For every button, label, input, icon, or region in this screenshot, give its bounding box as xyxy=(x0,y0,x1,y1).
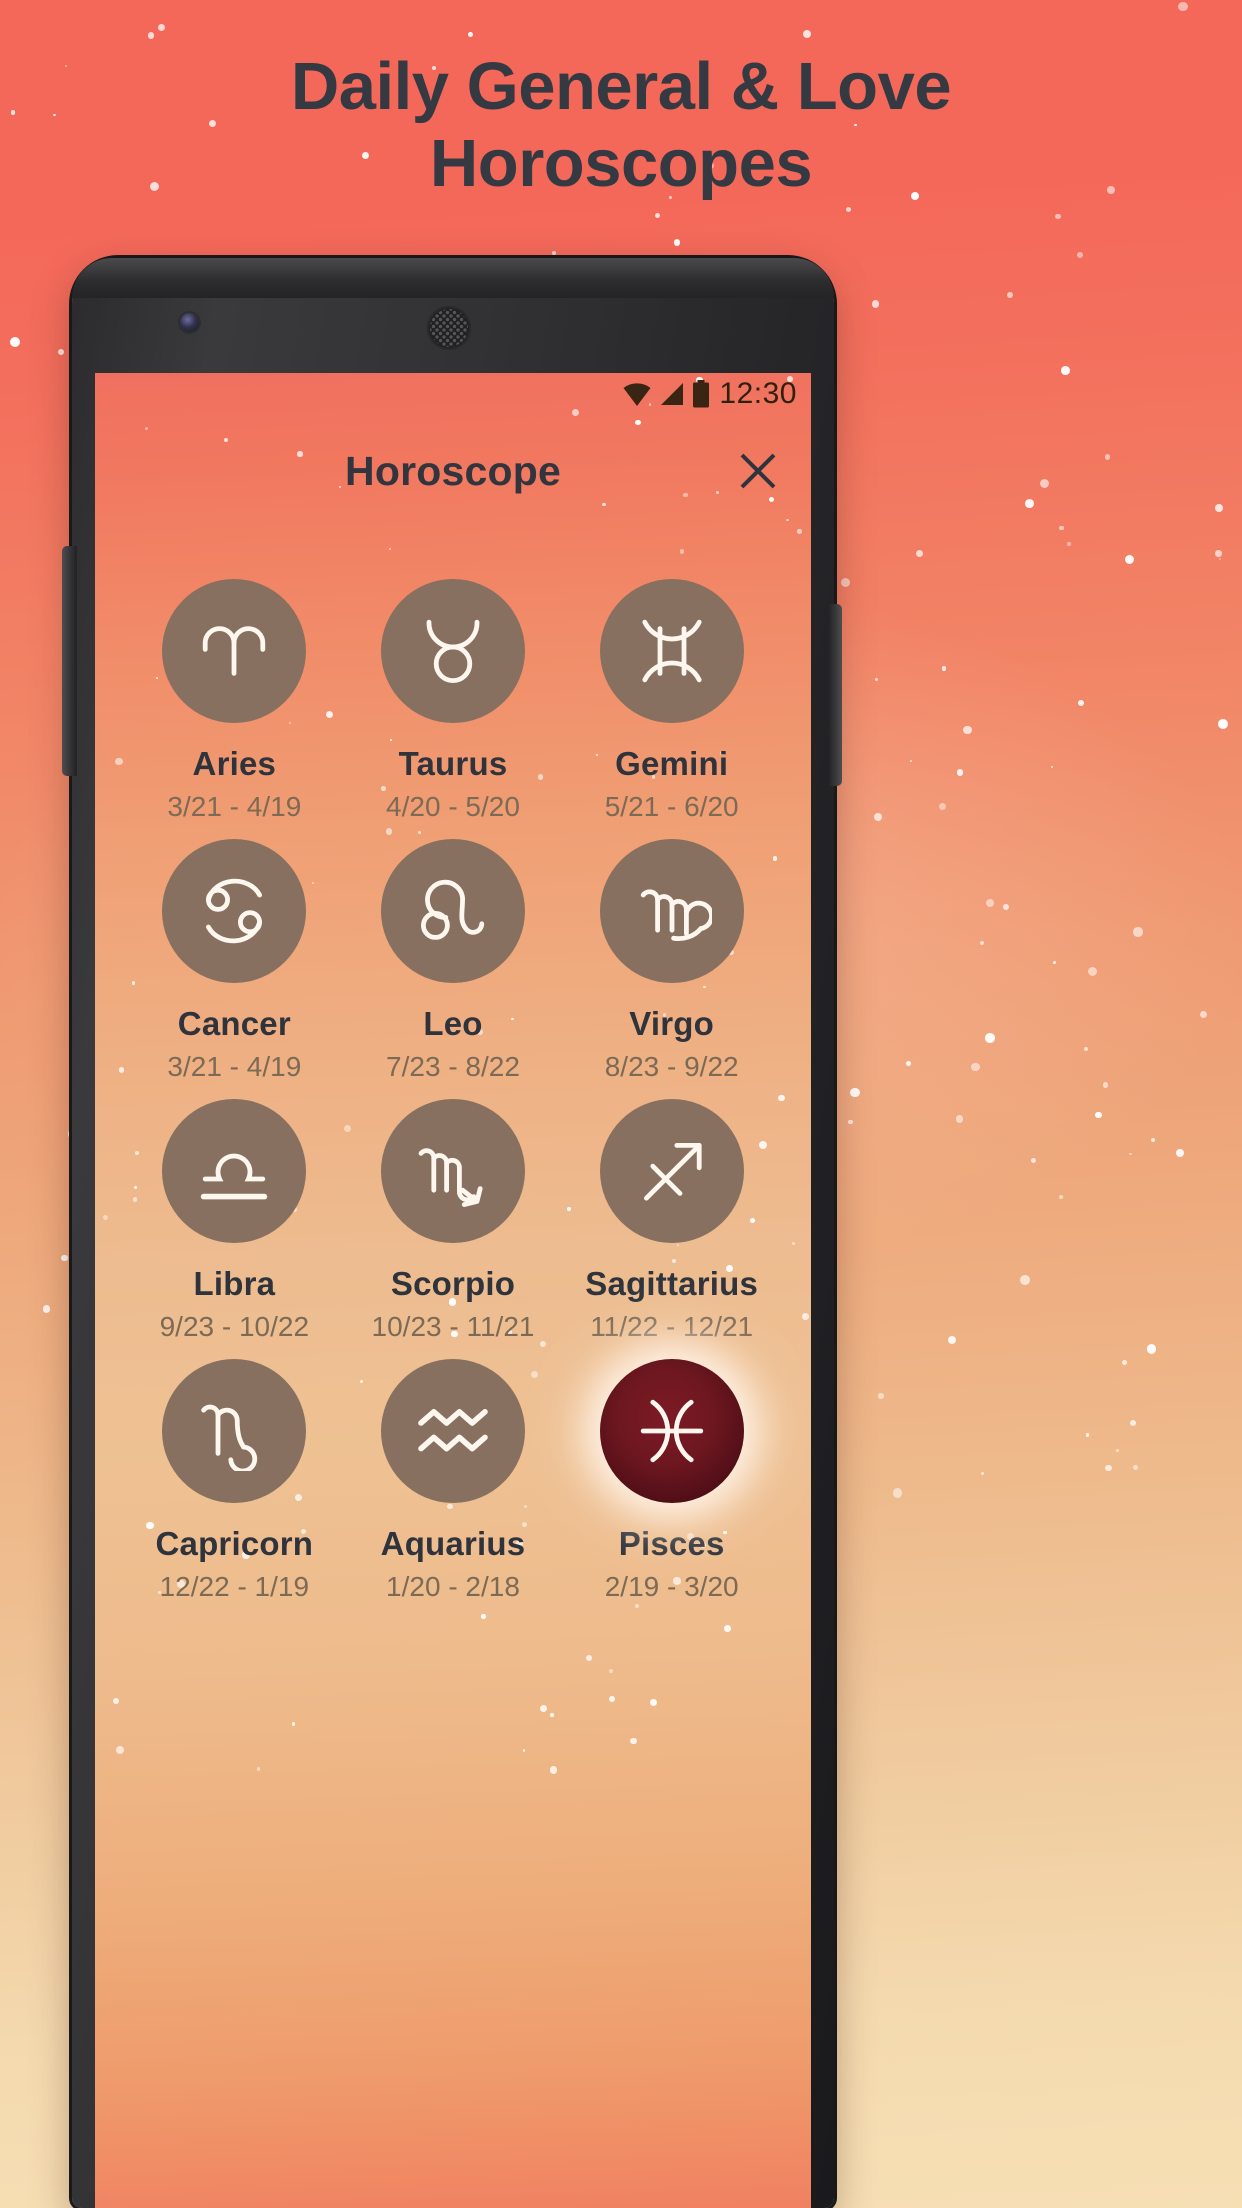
zodiac-sign-aquarius[interactable]: Aquarius 1/20 - 2/18 xyxy=(344,1359,563,1603)
status-bar-clock: 12:30 xyxy=(719,377,797,410)
virgo-icon xyxy=(632,871,712,951)
zodiac-sign-taurus[interactable]: Taurus 4/20 - 5/20 xyxy=(344,579,563,823)
battery-icon xyxy=(693,380,710,408)
status-bar: 12:30 xyxy=(95,373,811,415)
zodiac-circle-sagittarius xyxy=(599,1099,744,1243)
zodiac-name-label: Cancer xyxy=(177,1005,291,1042)
pisces-icon xyxy=(632,1391,712,1471)
zodiac-circle-virgo xyxy=(599,839,744,983)
sagittarius-icon xyxy=(632,1131,712,1211)
zodiac-sign-cancer[interactable]: Cancer 3/21 - 4/19 xyxy=(125,839,344,1083)
zodiac-sign-leo[interactable]: Leo 7/23 - 8/22 xyxy=(344,839,563,1083)
zodiac-sign-libra[interactable]: Libra 9/23 - 10/22 xyxy=(125,1099,344,1343)
zodiac-date-range: 10/23 - 11/21 xyxy=(371,1311,535,1342)
zodiac-name-label: Capricorn xyxy=(155,1525,314,1562)
aquarius-icon xyxy=(413,1391,493,1471)
zodiac-date-range: 3/21 - 4/19 xyxy=(167,1051,302,1082)
zodiac-sign-sagittarius[interactable]: Sagittarius 11/22 - 12/21 xyxy=(562,1099,781,1343)
page-title: Horoscope xyxy=(345,447,561,494)
close-icon xyxy=(740,453,776,489)
zodiac-date-range: 4/20 - 5/20 xyxy=(386,791,520,822)
zodiac-sign-aries[interactable]: Aries 3/21 - 4/19 xyxy=(125,579,344,823)
taurus-icon xyxy=(413,611,493,691)
zodiac-circle-cancer xyxy=(162,839,307,983)
signal-icon xyxy=(661,383,684,405)
earpiece-speaker-icon xyxy=(427,306,471,350)
zodiac-name-label: Aries xyxy=(192,745,277,782)
zodiac-circle-aquarius xyxy=(380,1359,525,1503)
zodiac-name-label: Taurus xyxy=(398,745,508,782)
zodiac-circle-scorpio xyxy=(380,1099,525,1243)
phone-device-mockup: 12:30 Horoscope Aries 3/21 - 4/19 Taurus 4/… xyxy=(62,258,842,2208)
power-button[interactable] xyxy=(828,604,842,786)
zodiac-date-range: 7/23 - 8/22 xyxy=(386,1051,520,1082)
phone-top-rim xyxy=(72,258,834,298)
cancer-icon xyxy=(194,871,274,951)
zodiac-name-label: Leo xyxy=(423,1005,483,1042)
zodiac-sign-pisces[interactable]: Pisces 2/19 - 3/20 xyxy=(562,1359,781,1603)
zodiac-circle-taurus xyxy=(380,579,525,723)
zodiac-circle-libra xyxy=(162,1099,307,1243)
promo-headline: Daily General & Love Horoscopes xyxy=(0,48,1242,202)
leo-icon xyxy=(413,871,493,951)
zodiac-date-range: 12/22 - 1/19 xyxy=(159,1571,310,1602)
volume-button[interactable] xyxy=(62,546,77,776)
app-header: Horoscope xyxy=(95,415,811,527)
zodiac-circle-gemini xyxy=(599,579,744,723)
zodiac-name-label: Sagittarius xyxy=(585,1265,759,1302)
zodiac-sign-capricorn[interactable]: Capricorn 12/22 - 1/19 xyxy=(125,1359,344,1603)
zodiac-name-label: Virgo xyxy=(629,1005,715,1042)
zodiac-name-label: Gemini xyxy=(615,745,729,782)
zodiac-circle-leo xyxy=(380,839,525,983)
zodiac-name-label: Libra xyxy=(193,1265,276,1302)
zodiac-date-range: 11/22 - 12/21 xyxy=(590,1311,754,1342)
promo-banner: Daily General & Love Horoscopes 12:30 Ho… xyxy=(0,0,1242,2208)
aries-icon xyxy=(194,611,274,691)
promo-headline-line-1: Daily General & Love xyxy=(290,49,952,124)
zodiac-date-range: 2/19 - 3/20 xyxy=(604,1571,739,1602)
front-camera-icon xyxy=(180,313,199,332)
zodiac-sign-scorpio[interactable]: Scorpio 10/23 - 11/21 xyxy=(344,1099,563,1343)
zodiac-date-range: 5/21 - 6/20 xyxy=(604,791,739,822)
zodiac-sign-virgo[interactable]: Virgo 8/23 - 9/22 xyxy=(562,839,781,1083)
zodiac-sign-gemini[interactable]: Gemini 5/21 - 6/20 xyxy=(562,579,781,823)
zodiac-sign-grid: Aries 3/21 - 4/19 Taurus 4/20 - 5/20 Gemini 5… xyxy=(95,527,811,1603)
scorpio-icon xyxy=(413,1131,493,1211)
zodiac-circle-pisces xyxy=(599,1359,744,1503)
zodiac-date-range: 8/23 - 9/22 xyxy=(604,1051,739,1082)
zodiac-name-label: Pisces xyxy=(618,1525,725,1562)
close-button[interactable] xyxy=(731,444,785,498)
wifi-icon xyxy=(623,383,651,406)
zodiac-circle-capricorn xyxy=(162,1359,307,1503)
libra-icon xyxy=(194,1131,274,1211)
capricorn-icon xyxy=(194,1391,274,1471)
gemini-icon xyxy=(632,611,712,691)
zodiac-circle-aries xyxy=(162,579,307,723)
zodiac-date-range: 9/23 - 10/22 xyxy=(159,1311,310,1342)
promo-headline-line-2: Horoscopes xyxy=(429,126,813,202)
zodiac-date-range: 1/20 - 2/18 xyxy=(386,1571,520,1602)
phone-screen: 12:30 Horoscope Aries 3/21 - 4/19 Taurus 4/… xyxy=(95,373,811,2208)
zodiac-name-label: Scorpio xyxy=(390,1265,516,1302)
zodiac-date-range: 3/21 - 4/19 xyxy=(167,791,302,822)
zodiac-name-label: Aquarius xyxy=(380,1525,526,1562)
